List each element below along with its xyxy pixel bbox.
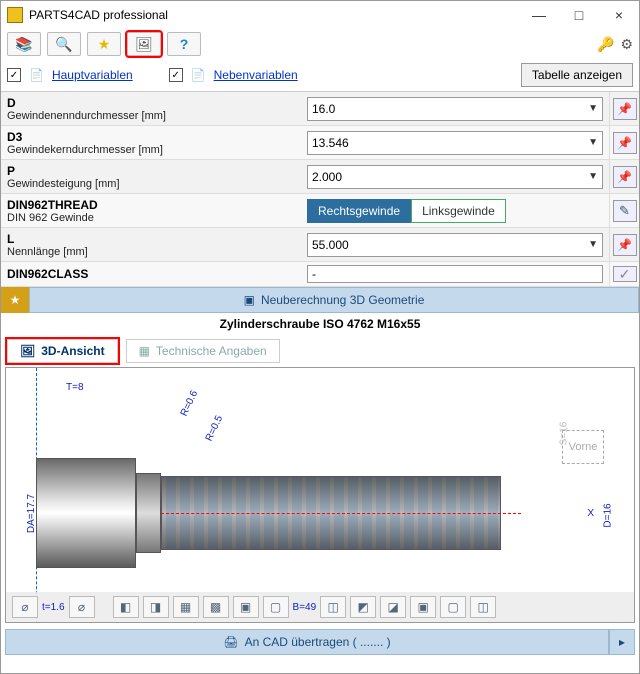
chevron-down-icon: ▼: [588, 103, 598, 114]
star-icon: ★: [98, 36, 111, 53]
app-title: PARTS4CAD professional: [29, 8, 519, 22]
vtb-cube1[interactable]: ▣: [233, 596, 259, 618]
thread-toggle: Rechtsgewinde Linksgewinde: [307, 199, 506, 223]
maximize-button[interactable]: □: [559, 1, 599, 29]
vtb-wire[interactable]: ▦: [173, 596, 199, 618]
parameter-table: DGewindenenndurchmesser [mm] 16.0▼ D3Gew…: [1, 91, 639, 287]
gear-icon[interactable]: ⚙: [620, 36, 633, 53]
view-button[interactable]: 🖼: [127, 32, 161, 56]
param-row-P: PGewindesteigung [mm] 2.000▼: [1, 160, 639, 194]
haupt-link[interactable]: Hauptvariablen: [52, 68, 133, 82]
main-toolbar: 📚 🔍 ★ 🖼 ? 🔑 ⚙: [1, 29, 639, 59]
neben-icon: 📄: [191, 68, 206, 82]
chevron-down-icon: ▼: [588, 137, 598, 148]
minimize-button[interactable]: —: [519, 1, 559, 29]
export-button[interactable]: 🖨 An CAD übertragen ( ....... ): [5, 629, 609, 655]
tab-3d-view[interactable]: 🖼 3D-Ansicht: [7, 339, 118, 363]
books-icon: 📚: [15, 36, 32, 53]
param-row-L: LNennlänge [mm] 55.000▼: [1, 228, 639, 262]
vtb-cube8[interactable]: ◫: [470, 596, 496, 618]
pin-button[interactable]: [613, 132, 637, 154]
param-combo-P[interactable]: 2.000▼: [307, 165, 603, 189]
param-combo-D[interactable]: 16.0▼: [307, 97, 603, 121]
param-combo-D3[interactable]: 13.546▼: [307, 131, 603, 155]
vtb-cube3[interactable]: ◫: [320, 596, 346, 618]
dim-t: t=1.6: [42, 602, 65, 613]
param-row-thread: DIN962THREADDIN 962 Gewinde Rechtsgewind…: [1, 194, 639, 228]
cube-icon: ▣: [244, 293, 255, 307]
param-row-D: DGewindenenndurchmesser [mm] 16.0▼: [1, 92, 639, 126]
viewport-toolbar: ⌀ t=1.6 ⌀ ◧ ◨ ▦ ▩ ▣ ▢ B=49 ◫ ◩ ◪ ▣ ▢ ◫: [6, 592, 634, 622]
export-icon: 🖨: [223, 635, 238, 649]
vtb-cube4[interactable]: ◩: [350, 596, 376, 618]
param-desc: Gewindenenndurchmesser [mm]: [7, 110, 295, 122]
dim-T: T=8: [66, 382, 84, 393]
thread-right-toggle[interactable]: Rechtsgewinde: [307, 199, 411, 223]
vtb-shade[interactable]: ▩: [203, 596, 229, 618]
axis-horizontal: [161, 513, 521, 514]
search-button[interactable]: 🔍: [47, 32, 81, 56]
image-icon: 🖼: [135, 36, 153, 53]
thread-left-toggle[interactable]: Linksgewinde: [411, 199, 506, 223]
favorite-button[interactable]: ★: [87, 32, 121, 56]
vtb-cube5[interactable]: ◪: [380, 596, 406, 618]
edit-button[interactable]: [613, 200, 637, 222]
confirm-button[interactable]: [613, 266, 637, 282]
recalc-bar: ★ ▣ Neuberechnung 3D Geometrie: [1, 287, 639, 313]
chevron-down-icon: ▼: [588, 239, 598, 250]
param-row-D3: D3Gewindekerndurchmesser [mm] 13.546▼: [1, 126, 639, 160]
catalog-button[interactable]: 📚: [7, 32, 41, 56]
magnifier-icon: 🔍: [55, 36, 72, 53]
app-icon: [7, 7, 23, 23]
dim-DA: DA=17.7: [26, 494, 37, 533]
vtb-cube7[interactable]: ▢: [440, 596, 466, 618]
pin-button[interactable]: [613, 98, 637, 120]
vtb-cube2[interactable]: ▢: [263, 596, 289, 618]
dim-D: D=16: [602, 503, 613, 527]
pin-button[interactable]: [613, 166, 637, 188]
neben-checkbox[interactable]: ✓: [169, 68, 183, 82]
recalc-star-icon[interactable]: ★: [1, 287, 29, 313]
pin-button[interactable]: [613, 234, 637, 256]
question-icon: ?: [180, 36, 189, 52]
param-combo-class[interactable]: -: [307, 265, 603, 283]
vtb-iso1[interactable]: ◧: [113, 596, 139, 618]
close-button[interactable]: ×: [599, 1, 639, 29]
param-code: D: [7, 96, 295, 110]
info-icon: ▦: [139, 344, 150, 358]
dim-B: B=49: [293, 602, 317, 613]
haupt-icon: 📄: [29, 68, 44, 82]
image-icon: 🖼: [20, 344, 35, 358]
param-row-class: DIN962CLASS -: [1, 262, 639, 287]
3d-viewport[interactable]: T=8 DA=17.7 R=0.6 R=0.5 X D=16 S=16 Vorn…: [5, 367, 635, 623]
tab-tech-info[interactable]: ▦ Technische Angaben: [126, 339, 280, 363]
vtb-cylinder2[interactable]: ⌀: [69, 596, 95, 618]
vtb-iso2[interactable]: ◨: [143, 596, 169, 618]
chevron-down-icon: ▼: [588, 171, 598, 182]
vtb-cylinder[interactable]: ⌀: [12, 596, 38, 618]
export-dropdown[interactable]: ▸: [609, 629, 635, 655]
front-view-box: Vorne: [562, 430, 604, 464]
export-bar: 🖨 An CAD übertragen ( ....... ) ▸: [5, 629, 635, 655]
title-bar: PARTS4CAD professional — □ ×: [1, 1, 639, 29]
view-tabs: 🖼 3D-Ansicht ▦ Technische Angaben: [1, 335, 639, 367]
screw-head: [36, 458, 136, 568]
neben-link[interactable]: Nebenvariablen: [214, 68, 298, 82]
dim-X: X: [587, 508, 594, 519]
help-button[interactable]: ?: [167, 32, 201, 56]
recalc-button[interactable]: ▣ Neuberechnung 3D Geometrie: [29, 287, 639, 313]
haupt-checkbox[interactable]: ✓: [7, 68, 21, 82]
param-combo-L[interactable]: 55.000▼: [307, 233, 603, 257]
dim-R1: R=0.6: [179, 389, 200, 418]
key-icon[interactable]: 🔑: [597, 36, 614, 53]
dim-R2: R=0.5: [204, 414, 225, 443]
vtb-cube6[interactable]: ▣: [410, 596, 436, 618]
variables-row: ✓ 📄 Hauptvariablen ✓ 📄 Nebenvariablen Ta…: [1, 59, 639, 91]
screw-neck: [136, 473, 161, 553]
part-title: Zylinderschraube ISO 4762 M16x55: [1, 313, 639, 335]
show-table-button[interactable]: Tabelle anzeigen: [521, 63, 633, 87]
